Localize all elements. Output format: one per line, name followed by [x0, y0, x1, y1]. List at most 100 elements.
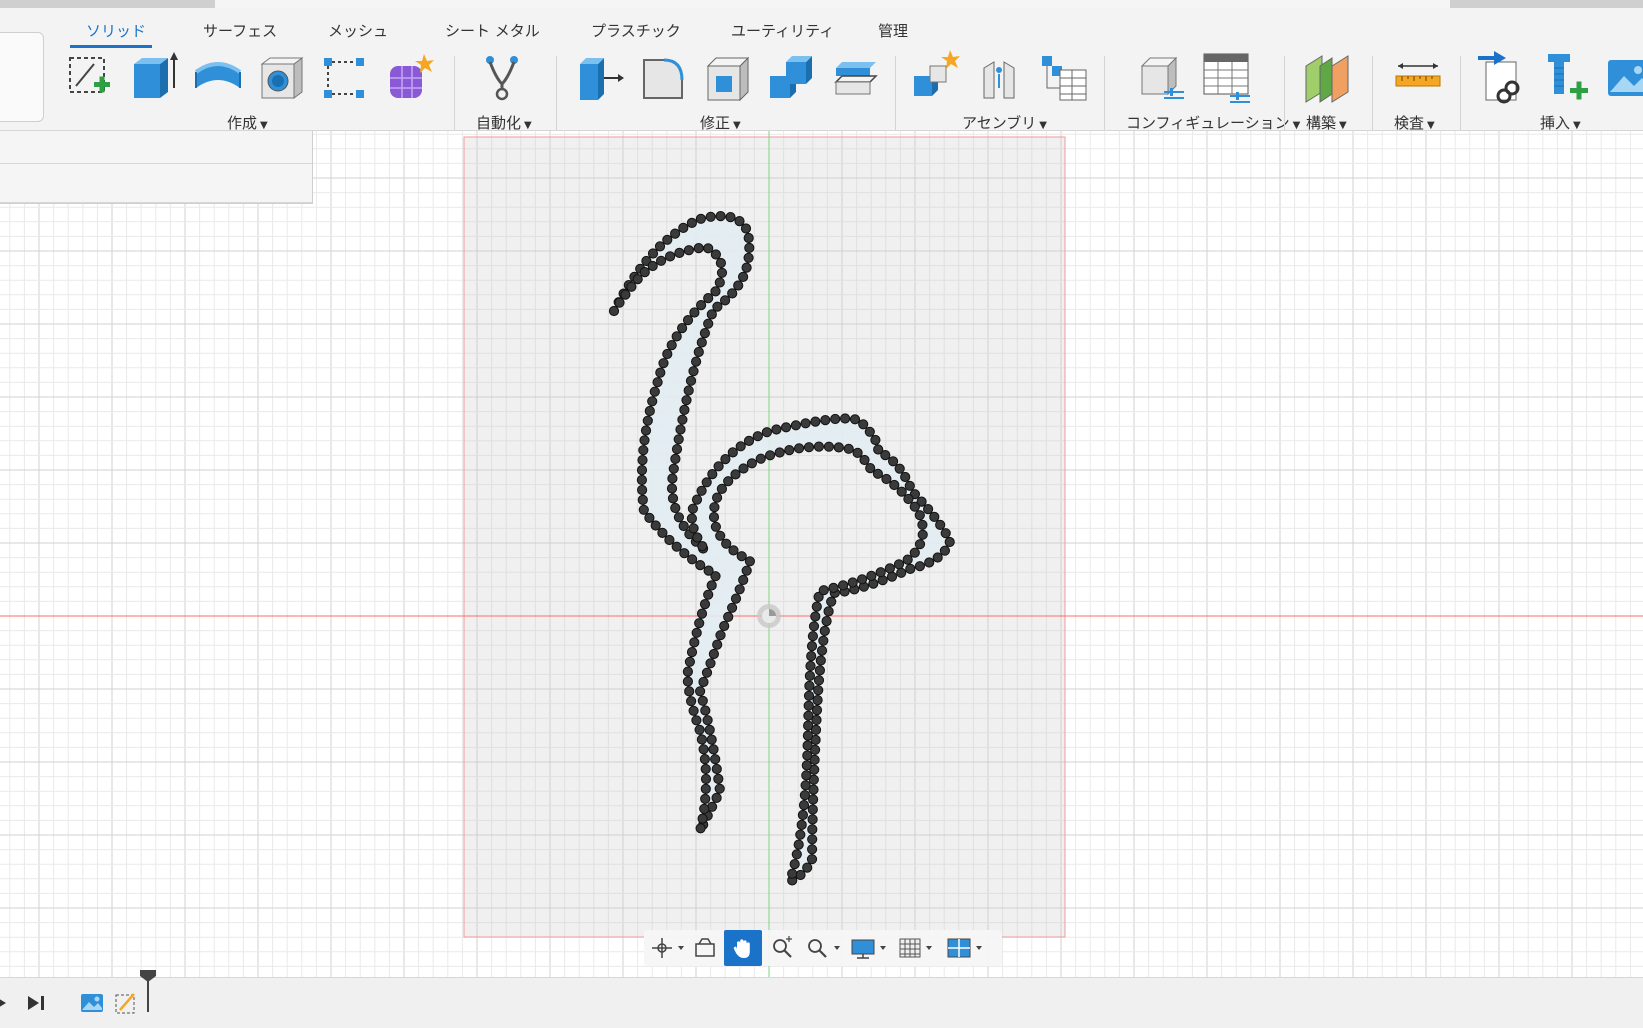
spline-fit-point[interactable] [644, 512, 655, 523]
zoom-icon[interactable] [766, 930, 798, 966]
spline-fit-point[interactable] [683, 385, 694, 396]
spline-fit-point[interactable] [795, 869, 806, 881]
spline-fit-point[interactable] [671, 444, 683, 455]
new-component-icon[interactable] [910, 48, 962, 106]
spline-fit-point[interactable] [909, 547, 920, 558]
spline-fit-point[interactable] [700, 773, 712, 785]
group-assemble-label[interactable]: アセンブリ ▼ [962, 112, 1047, 133]
spline-fit-point[interactable] [701, 667, 713, 678]
spline-fit-point[interactable] [865, 463, 876, 474]
spline-fit-point[interactable] [810, 416, 821, 427]
spline-fit-point[interactable] [704, 724, 715, 736]
spline-fit-point[interactable] [657, 527, 668, 538]
spline-fit-point[interactable] [939, 545, 951, 556]
insert-canvas-icon[interactable] [1604, 48, 1643, 106]
spline-fit-point[interactable] [695, 560, 706, 571]
spline-fit-point[interactable] [720, 295, 731, 306]
spline-fit-point[interactable] [944, 536, 955, 548]
spline-fit-point[interactable] [696, 608, 708, 619]
spline-fit-point[interactable] [796, 819, 807, 831]
spline-fit-point[interactable] [608, 305, 620, 317]
spline-fit-point[interactable] [849, 414, 861, 425]
spline-fit-point[interactable] [819, 625, 830, 636]
spline-fit-point[interactable] [703, 293, 714, 304]
spline-fit-point[interactable] [697, 695, 708, 706]
viewports-icon[interactable] [944, 930, 988, 966]
spline-fit-point[interactable] [647, 248, 659, 259]
timeline-marker[interactable] [138, 970, 158, 1012]
spline-fit-point[interactable] [807, 631, 819, 642]
spline-fit-point[interactable] [723, 611, 734, 622]
group-construct-label[interactable]: 構築 ▼ [1306, 112, 1347, 133]
spline-fit-point[interactable] [728, 545, 739, 556]
spline-fit-point[interactable] [670, 502, 681, 514]
spline-fit-point[interactable] [734, 584, 745, 595]
spline-fit-point[interactable] [752, 431, 763, 442]
spline-fit-point[interactable] [638, 504, 649, 515]
spline-fit-point[interactable] [847, 577, 858, 588]
spline-fit-point[interactable] [789, 859, 800, 870]
spline-fit-point[interactable] [806, 640, 818, 652]
spline-fit-point[interactable] [905, 563, 916, 574]
spline-fit-point[interactable] [686, 647, 698, 658]
spline-fit-point[interactable] [889, 479, 900, 491]
spline-fit-point[interactable] [838, 580, 849, 591]
spline-fit-point[interactable] [743, 232, 754, 244]
spline-fit-point[interactable] [647, 396, 658, 407]
spline-fit-point[interactable] [693, 243, 704, 254]
spline-fit-point[interactable] [784, 445, 795, 456]
spline-fit-point[interactable] [798, 800, 810, 811]
spline-fit-point[interactable] [923, 504, 934, 515]
spline-fit-point[interactable] [703, 565, 714, 576]
spline-fit-point[interactable] [687, 554, 698, 565]
spline-fit-point[interactable] [677, 414, 688, 425]
fillet-icon[interactable] [638, 48, 690, 106]
revolve-icon[interactable] [192, 48, 244, 106]
spline-fit-point[interactable] [713, 773, 724, 785]
spline-fit-point[interactable] [649, 386, 660, 397]
spline-fit-point[interactable] [654, 241, 666, 252]
spline-fit-point[interactable] [706, 580, 717, 591]
spline-fit-point[interactable] [807, 824, 818, 835]
spline-fit-point[interactable] [807, 844, 818, 855]
spline-fit-point[interactable] [698, 676, 709, 688]
spline-fit-point[interactable] [735, 441, 746, 452]
spline-fit-point[interactable] [655, 367, 666, 378]
spline-fit-point[interactable] [707, 469, 718, 480]
spline-fit-point[interactable] [626, 281, 637, 292]
spline-fit-point[interactable] [823, 606, 834, 617]
spline-fit-point[interactable] [804, 670, 816, 682]
offset-face-icon[interactable] [830, 48, 882, 106]
canvas-image-bounds[interactable] [463, 136, 1066, 938]
spline-fit-point[interactable] [686, 696, 697, 707]
spline-fit-point[interactable] [811, 601, 822, 612]
spline-fit-point[interactable] [708, 648, 720, 660]
spline-fit-point[interactable] [723, 476, 734, 487]
construct-plane-icon[interactable] [1302, 48, 1354, 106]
shell-icon[interactable] [702, 48, 754, 106]
spline-fit-point[interactable] [812, 695, 823, 706]
spline-fit-point[interactable] [681, 395, 692, 406]
spline-fit-point[interactable] [670, 453, 681, 464]
spline-fit-point[interactable] [929, 511, 940, 522]
tab-plastic[interactable]: プラスチック [591, 20, 681, 41]
origin-point[interactable] [757, 604, 781, 628]
spline-fit-point[interactable] [666, 483, 678, 494]
spline-fit-point[interactable] [637, 455, 648, 466]
spline-fit-point[interactable] [802, 740, 813, 751]
spline-fit-point[interactable] [755, 453, 766, 464]
spline-fit-point[interactable] [689, 637, 700, 648]
spline-fit-point[interactable] [730, 593, 742, 604]
spline-fit-point[interactable] [708, 512, 720, 523]
spline-fit-point[interactable] [642, 415, 653, 426]
spline-fit-point[interactable] [806, 854, 818, 865]
spline-fit-point[interactable] [800, 780, 811, 791]
spline-fit-point[interactable] [666, 340, 677, 351]
group-modify-label[interactable]: 修正 ▼ [700, 112, 741, 133]
spline-fit-point[interactable] [692, 532, 703, 543]
spline-fit-point[interactable] [896, 567, 907, 578]
spline-fit-point[interactable] [656, 255, 667, 266]
spline-fit-point[interactable] [647, 260, 658, 272]
spline-fit-point[interactable] [662, 234, 673, 245]
spline-fit-point[interactable] [720, 454, 731, 465]
